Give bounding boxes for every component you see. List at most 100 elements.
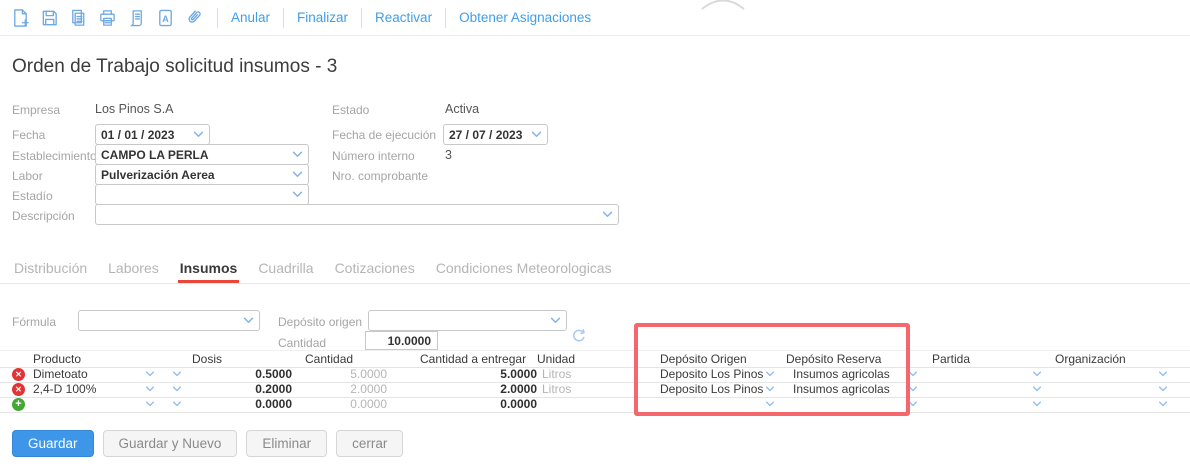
deposito-origen-filter-label: Depósito origen — [278, 315, 362, 329]
cantidad-cell: 2.0000 — [305, 382, 387, 397]
col-partida: Partida — [932, 352, 970, 367]
deposito-reserva-dropdown-icon[interactable] — [908, 371, 918, 377]
obtener-asignaciones-button[interactable]: Obtener Asignaciones — [459, 10, 591, 25]
print-icon[interactable] — [97, 7, 117, 28]
descripcion-label: Descripción — [12, 209, 75, 223]
tab-cuadrilla[interactable]: Cuadrilla — [256, 258, 315, 283]
numero-interno-label: Número interno — [332, 149, 415, 163]
deposito-origen-cell[interactable]: Deposito Los Pinos — [660, 367, 763, 382]
tab-insumos[interactable]: Insumos — [178, 258, 240, 283]
labor-label: Labor — [12, 169, 43, 183]
deposito-reserva-dropdown-icon[interactable] — [908, 401, 918, 407]
table-row: Dimetoato 0.5000 5.0000 5.0000 Litros De… — [0, 367, 1190, 383]
anular-button[interactable]: Anular — [231, 10, 270, 25]
cantidad-label: Cantidad — [278, 336, 326, 350]
toolbar-separator — [445, 8, 446, 28]
deposito-reserva-dropdown-icon[interactable] — [908, 386, 918, 392]
deposito-origen-filter-select[interactable] — [368, 310, 567, 331]
dosis-cell[interactable]: 0.0000 — [210, 397, 292, 412]
dosis-cell[interactable]: 0.2000 — [210, 382, 292, 397]
chevron-down-icon — [550, 317, 561, 324]
cantidad-a-entregar-cell[interactable]: 5.0000 — [455, 367, 537, 382]
estadio-select[interactable] — [95, 184, 309, 205]
fecha-ejecucion-label: Fecha de ejecución — [332, 128, 436, 142]
producto-dropdown-icon[interactable] — [145, 401, 155, 407]
tab-distribucion[interactable]: Distribución — [12, 258, 89, 283]
chevron-down-icon — [531, 131, 542, 138]
tab-condiciones-meteorologicas[interactable]: Condiciones Meteorologicas — [434, 258, 614, 283]
new-document-icon[interactable] — [10, 7, 30, 28]
unidad-cell: Litros — [542, 382, 571, 397]
dosis-cell[interactable]: 0.5000 — [210, 367, 292, 382]
cantidad-a-entregar-cell[interactable]: 2.0000 — [455, 382, 537, 397]
labor-select[interactable]: Pulverización Aerea — [95, 164, 309, 185]
receipt-icon[interactable] — [126, 7, 146, 28]
deposito-origen-dropdown-icon[interactable] — [765, 401, 775, 407]
fecha-ejecucion-field[interactable]: 27 / 07 / 2023 — [443, 124, 548, 145]
dosis-dropdown-icon[interactable] — [172, 386, 182, 392]
deposito-reserva-cell[interactable]: Insumos agricolas — [793, 367, 890, 382]
dosis-dropdown-icon[interactable] — [172, 371, 182, 377]
add-row-icon[interactable] — [12, 398, 25, 411]
collapse-panel-icon[interactable] — [700, 0, 746, 11]
col-dosis: Dosis — [192, 352, 222, 367]
chevron-down-icon — [602, 211, 613, 218]
numero-interno-value: 3 — [445, 148, 452, 162]
establecimiento-value: CAMPO LA PERLA — [101, 148, 209, 162]
cantidad-input[interactable]: 10.0000 — [365, 331, 438, 350]
organizacion-dropdown-icon[interactable] — [1158, 401, 1168, 407]
partida-dropdown-icon[interactable] — [1032, 371, 1042, 377]
partida-dropdown-icon[interactable] — [1032, 386, 1042, 392]
labor-value: Pulverización Aerea — [101, 168, 215, 182]
organizacion-dropdown-icon[interactable] — [1158, 371, 1168, 377]
toolbar-separator — [217, 8, 218, 28]
producto-dropdown-icon[interactable] — [145, 371, 155, 377]
establecimiento-select[interactable]: CAMPO LA PERLA — [95, 144, 309, 165]
refresh-icon[interactable] — [571, 328, 587, 349]
eliminar-button[interactable]: Eliminar — [246, 430, 327, 457]
fecha-field[interactable]: 01 / 01 / 2023 — [95, 124, 210, 145]
delete-row-icon[interactable] — [12, 383, 25, 396]
tab-labores[interactable]: Labores — [106, 258, 161, 283]
estado-value: Activa — [445, 102, 479, 116]
empresa-value: Los Pinos S.A — [95, 102, 174, 116]
formula-label: Fórmula — [12, 315, 56, 329]
deposito-reserva-cell[interactable]: Insumos agricolas — [793, 382, 890, 397]
delete-row-icon[interactable] — [12, 368, 25, 381]
attachment-icon[interactable] — [184, 7, 204, 28]
estadio-label: Estadío — [12, 189, 53, 203]
svg-text:A: A — [162, 13, 169, 23]
formula-select[interactable] — [78, 310, 260, 331]
copy-icon[interactable] — [68, 7, 88, 28]
deposito-origen-dropdown-icon[interactable] — [765, 371, 775, 377]
fecha-value: 01 / 01 / 2023 — [101, 128, 174, 142]
deposito-origen-cell[interactable]: Deposito Los Pinos — [660, 382, 763, 397]
cerrar-button[interactable]: cerrar — [336, 430, 403, 457]
chevron-down-icon — [292, 191, 303, 198]
chevron-down-icon — [292, 151, 303, 158]
col-producto: Producto — [33, 352, 81, 367]
deposito-origen-dropdown-icon[interactable] — [765, 386, 775, 392]
chevron-down-icon — [292, 171, 303, 178]
cantidad-value: 10.0000 — [388, 334, 431, 348]
toolbar-icons: A — [10, 7, 204, 28]
dosis-dropdown-icon[interactable] — [172, 401, 182, 407]
finalizar-button[interactable]: Finalizar — [297, 10, 348, 25]
orden-trabajo-page: A Anular Finalizar Reactivar Obtener Asi… — [0, 0, 1190, 472]
text-document-icon[interactable]: A — [155, 7, 175, 28]
toolbar-separator — [283, 8, 284, 28]
descripcion-field[interactable] — [95, 204, 619, 225]
empresa-label: Empresa — [12, 103, 60, 117]
cantidad-cell: 5.0000 — [305, 367, 387, 382]
save-icon[interactable] — [39, 7, 59, 28]
organizacion-dropdown-icon[interactable] — [1158, 386, 1168, 392]
guardar-y-nuevo-button[interactable]: Guardar y Nuevo — [103, 430, 238, 457]
cantidad-a-entregar-cell[interactable]: 0.0000 — [455, 397, 537, 412]
chevron-down-icon — [193, 131, 204, 138]
tab-cotizaciones[interactable]: Cotizaciones — [333, 258, 417, 283]
producto-dropdown-icon[interactable] — [145, 386, 155, 392]
partida-dropdown-icon[interactable] — [1032, 401, 1042, 407]
reactivar-button[interactable]: Reactivar — [375, 10, 432, 25]
guardar-button[interactable]: Guardar — [12, 430, 94, 457]
toolbar: A Anular Finalizar Reactivar Obtener Asi… — [0, 0, 1190, 36]
